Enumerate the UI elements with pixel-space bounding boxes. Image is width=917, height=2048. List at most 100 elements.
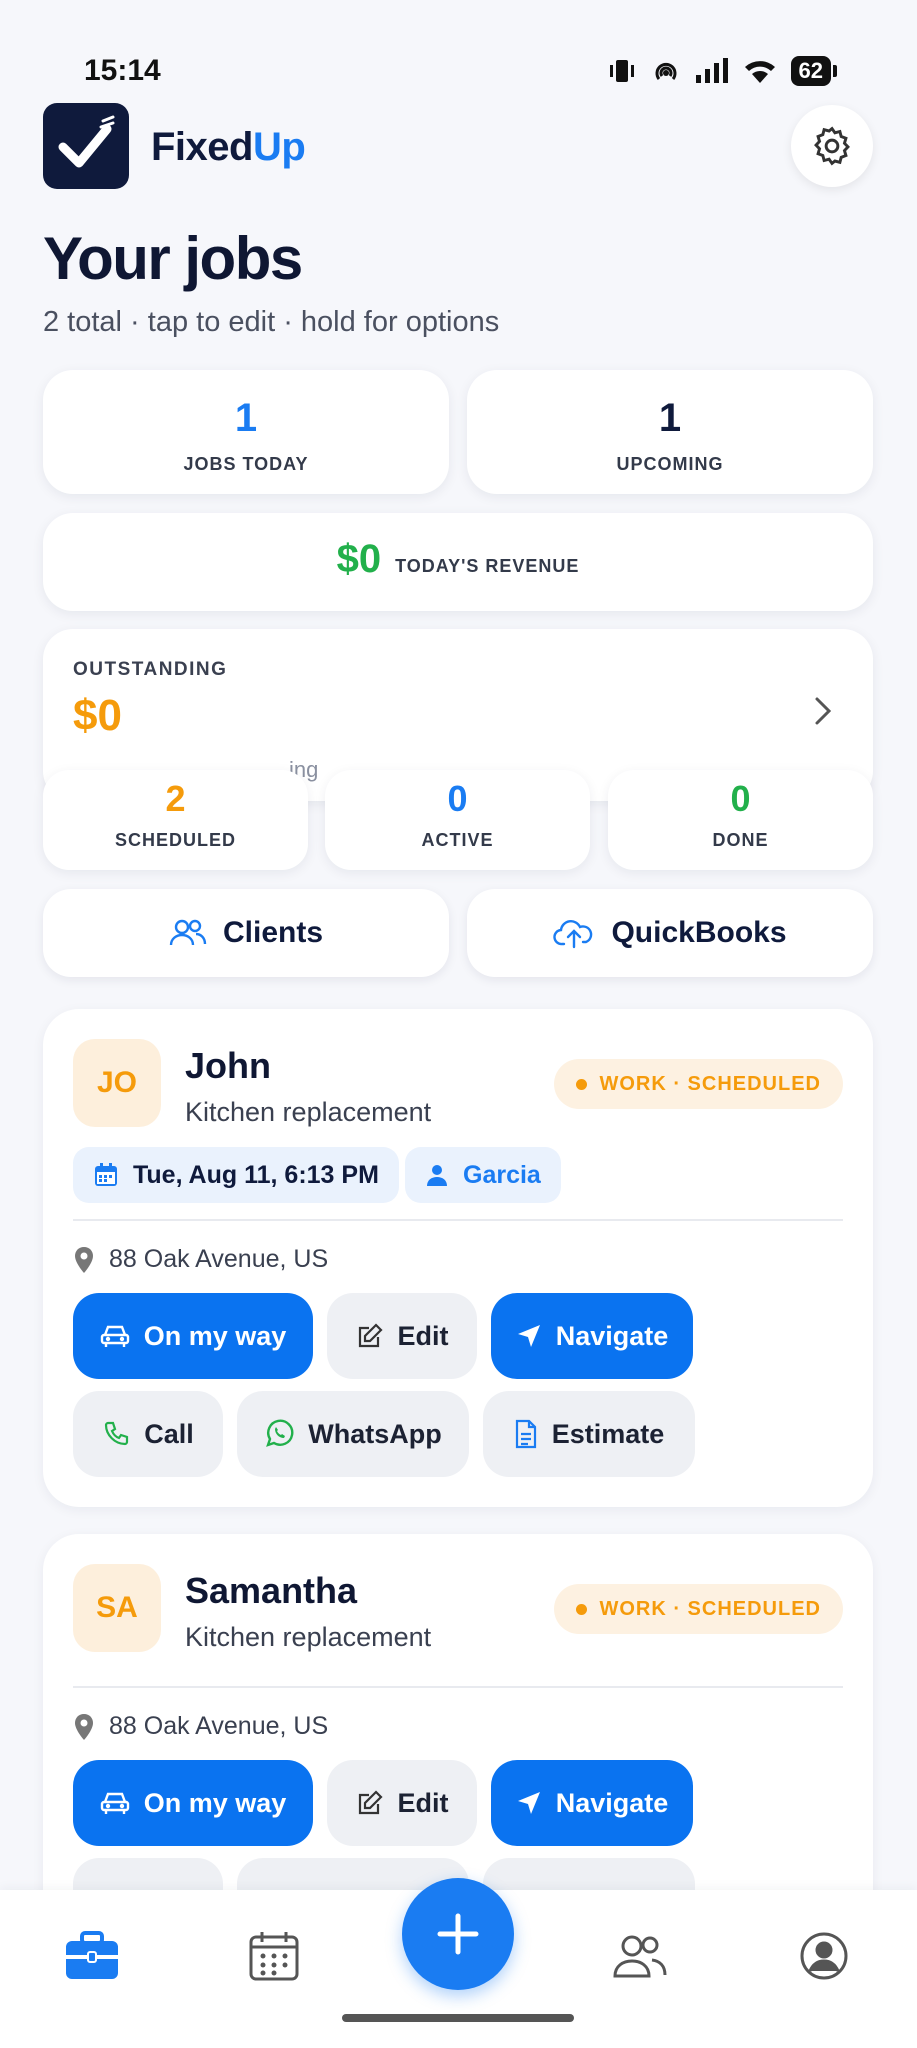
profile-icon: [800, 1932, 848, 1980]
done-value: 0: [730, 778, 751, 819]
add-job-button[interactable]: [402, 1878, 514, 1990]
plus-icon: [437, 1913, 479, 1955]
document-icon: [515, 1419, 536, 1449]
date-text: Tue, Aug 11, 6:13 PM: [133, 1160, 379, 1189]
address-text: 88 Oak Avenue, US: [109, 1245, 329, 1273]
address: 88 Oak Avenue, US: [73, 1712, 328, 1741]
chevron-right-icon: [815, 697, 832, 725]
edit-label: Edit: [397, 1320, 449, 1351]
edit-icon: [358, 1790, 383, 1815]
on-my-way-label: On my way: [143, 1320, 287, 1351]
revenue-row: $0 TODAY'S REVENUE: [43, 537, 873, 582]
estimate-button[interactable]: Estimate: [483, 1391, 695, 1477]
navigate-label: Navigate: [555, 1320, 669, 1351]
divider: [73, 1686, 843, 1688]
navigate-button[interactable]: Navigate: [491, 1760, 693, 1846]
page-subtitle: 2 total · tap to edit · hold for options: [43, 306, 500, 338]
gear-icon: [814, 126, 850, 166]
whatsapp-button[interactable]: WhatsApp: [237, 1391, 469, 1477]
outstanding-label: OUTSTANDING: [73, 659, 228, 680]
nav-jobs[interactable]: [62, 1926, 122, 1986]
status-dot: [576, 1078, 588, 1090]
active-value: 0: [447, 778, 468, 819]
person-icon: [427, 1165, 447, 1186]
whatsapp-icon: [266, 1419, 294, 1447]
checkmark-logo-icon: [58, 115, 115, 168]
nav-calendar[interactable]: [244, 1926, 304, 1986]
navigate-button[interactable]: Navigate: [491, 1293, 693, 1379]
settings-button[interactable]: [791, 105, 873, 187]
clients-button[interactable]: Clients: [43, 889, 449, 977]
status-bar: 15:14 62: [0, 0, 917, 120]
count-card-active[interactable]: 0 ACTIVE: [325, 770, 590, 870]
job-title: Kitchen replacement: [185, 1097, 432, 1127]
address-text: 88 Oak Avenue, US: [109, 1712, 329, 1740]
scheduled-label: SCHEDULED: [114, 830, 236, 850]
stat-card-upcoming[interactable]: 1 UPCOMING: [467, 370, 873, 494]
call-label: Call: [144, 1418, 194, 1449]
users-icon: [169, 919, 207, 946]
battery-indicator: 62: [790, 56, 838, 86]
divider: [73, 1219, 843, 1221]
revenue-label: TODAY'S REVENUE: [395, 556, 580, 576]
nav-profile[interactable]: [794, 1926, 854, 1986]
app-logo: [43, 103, 129, 189]
app-name: FixedUp: [151, 125, 306, 170]
location-pin-icon: [75, 1713, 93, 1740]
on-my-way-button[interactable]: On my way: [73, 1760, 313, 1846]
app-name-part1: Fixed: [151, 125, 253, 169]
status-time: 15:14: [84, 54, 161, 87]
edit-icon: [358, 1323, 383, 1348]
status-text: WORK · SCHEDULED: [599, 1597, 821, 1620]
car-icon: [100, 1792, 129, 1814]
clients-label: Clients: [222, 916, 324, 949]
job-card[interactable]: JO John Kitchen replacement WORK · SCHED…: [43, 1009, 873, 1507]
hotspot-icon: [655, 62, 676, 80]
jobs-today-label: JOBS TODAY: [183, 454, 309, 474]
cloud-upload-icon: [553, 920, 593, 949]
client-name: John: [185, 1045, 271, 1086]
revenue-card[interactable]: $0 TODAY'S REVENUE: [43, 513, 873, 611]
address: 88 Oak Avenue, US: [73, 1245, 328, 1274]
revenue-value: $0: [336, 537, 382, 581]
client-avatar: JO: [73, 1039, 161, 1127]
estimate-label: Estimate: [551, 1418, 665, 1449]
quickbooks-label: QuickBooks: [611, 916, 787, 949]
active-label: ACTIVE: [421, 830, 494, 850]
technician-chip[interactable]: Garcia: [405, 1147, 561, 1203]
nav-team[interactable]: [610, 1926, 670, 1986]
status-icons: 62: [607, 56, 838, 86]
technician-name: Garcia: [463, 1160, 541, 1189]
navigate-arrow-icon: [517, 1325, 540, 1347]
whatsapp-label: WhatsApp: [308, 1418, 442, 1449]
status-dot: [576, 1603, 588, 1615]
date-chip[interactable]: Tue, Aug 11, 6:13 PM: [73, 1147, 399, 1203]
edit-button[interactable]: Edit: [327, 1293, 477, 1379]
home-indicator: [342, 2014, 574, 2022]
done-label: DONE: [712, 830, 769, 850]
calendar-icon: [249, 1932, 299, 1981]
client-avatar: SA: [73, 1564, 161, 1652]
upcoming-value: 1: [658, 396, 682, 440]
location-pin-icon: [75, 1246, 93, 1273]
edit-label: Edit: [397, 1787, 449, 1818]
navigate-arrow-icon: [517, 1792, 540, 1814]
car-icon: [100, 1325, 129, 1347]
quickbooks-button[interactable]: QuickBooks: [467, 889, 873, 977]
client-name: Samantha: [185, 1570, 358, 1611]
app-header: FixedUp: [43, 103, 873, 189]
count-card-done[interactable]: 0 DONE: [608, 770, 873, 870]
scheduled-value: 2: [165, 778, 186, 819]
users-icon: [613, 1935, 667, 1978]
app-name-part2: Up: [252, 125, 306, 169]
page-title: Your jobs: [43, 225, 303, 292]
job-title: Kitchen replacement: [185, 1622, 432, 1652]
wifi-icon: [744, 61, 775, 83]
count-card-scheduled[interactable]: 2 SCHEDULED: [43, 770, 308, 870]
stat-card-jobs-today[interactable]: 1 JOBS TODAY: [43, 370, 449, 494]
on-my-way-button[interactable]: On my way: [73, 1293, 313, 1379]
outstanding-value: $0: [73, 691, 122, 740]
edit-button[interactable]: Edit: [327, 1760, 477, 1846]
call-button[interactable]: Call: [73, 1391, 223, 1477]
briefcase-icon: [66, 1931, 118, 1979]
